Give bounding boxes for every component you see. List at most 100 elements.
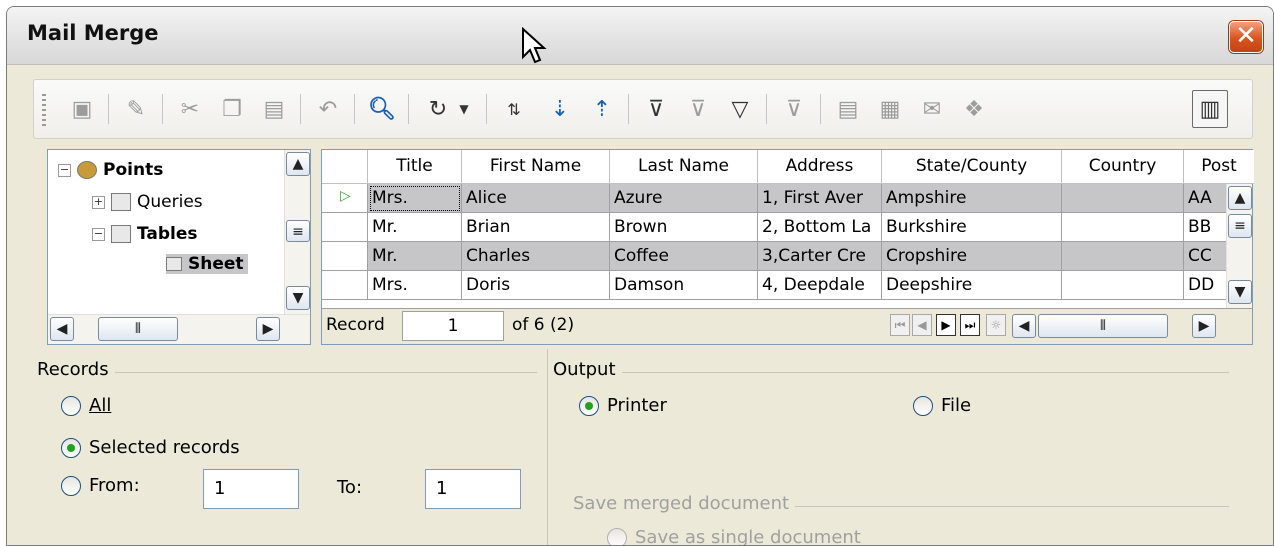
record-number-input[interactable]: 1 xyxy=(402,311,504,341)
data-to-fields-icon[interactable]: ▦ xyxy=(872,90,908,128)
table-cell[interactable] xyxy=(1062,213,1184,242)
grid-vertical-scrollbar[interactable]: ▲ ≡ ▼ xyxy=(1226,184,1252,308)
table-cell[interactable]: Mrs. xyxy=(368,184,462,213)
standard-filter-icon[interactable]: ▽ xyxy=(722,90,758,128)
table-cell[interactable]: Brown xyxy=(610,213,758,242)
mail-merge-icon[interactable]: ✉ xyxy=(914,90,950,128)
table-cell[interactable]: Burkshire xyxy=(882,213,1062,242)
tree-vertical-scrollbar[interactable]: ▲ ≡ ▼ xyxy=(284,150,310,314)
tree-item-points[interactable]: − Points xyxy=(58,160,163,180)
find-record-icon[interactable]: 🔍︎ xyxy=(364,90,400,128)
column-header[interactable]: Last Name xyxy=(610,150,758,184)
table-cell[interactable]: Mr. xyxy=(368,242,462,271)
sort-icon[interactable]: ⇅ xyxy=(496,90,532,128)
row-selector[interactable] xyxy=(322,213,368,242)
output-printer-radio[interactable]: Printer xyxy=(579,395,667,416)
column-header[interactable]: Country xyxy=(1062,150,1184,184)
column-header[interactable]: Title xyxy=(368,150,462,184)
autofilter-icon[interactable]: ⊽ xyxy=(638,90,674,128)
row-selector[interactable] xyxy=(322,271,368,300)
explorer-icon[interactable]: ▥ xyxy=(1192,90,1228,128)
table-cell[interactable]: Damson xyxy=(610,271,758,300)
table-cell[interactable]: Mr. xyxy=(368,213,462,242)
collapse-icon[interactable]: − xyxy=(58,164,71,177)
records-all-radio[interactable]: All xyxy=(61,395,111,416)
table-cell[interactable]: Deepshire xyxy=(882,271,1062,300)
dropdown-arrow-icon[interactable]: ▼ xyxy=(454,90,474,128)
column-header[interactable]: Address xyxy=(758,150,882,184)
close-button[interactable]: ✕ xyxy=(1229,21,1263,53)
column-header[interactable]: First Name xyxy=(462,150,610,184)
tree-item-tables[interactable]: − Tables xyxy=(92,224,198,244)
table-cell[interactable] xyxy=(1062,271,1184,300)
scroll-thumb[interactable]: ≡ xyxy=(1228,214,1252,238)
table-cell[interactable]: BB xyxy=(1184,213,1228,242)
table-cell[interactable]: 2, Bottom La xyxy=(758,213,882,242)
column-header[interactable]: State/County xyxy=(882,150,1062,184)
table-cell[interactable]: Doris xyxy=(462,271,610,300)
radio-circle[interactable] xyxy=(61,476,81,496)
radio-circle[interactable] xyxy=(579,396,599,416)
table-cell[interactable] xyxy=(1062,184,1184,213)
collapse-icon[interactable]: − xyxy=(92,228,105,241)
scroll-thumb[interactable]: ⦀ xyxy=(98,317,178,341)
scroll-down-icon[interactable]: ▼ xyxy=(1228,280,1252,304)
from-field[interactable]: 1 xyxy=(203,469,299,509)
toolbar-grip[interactable] xyxy=(42,94,46,126)
scroll-thumb[interactable]: ⦀ xyxy=(1038,314,1168,338)
data-to-text-icon[interactable]: ▤ xyxy=(830,90,866,128)
table-cell[interactable]: Brian xyxy=(462,213,610,242)
table-cell[interactable]: Cropshire xyxy=(882,242,1062,271)
records-from-radio[interactable]: From: xyxy=(61,475,140,496)
remove-filter-icon[interactable]: ⊽ xyxy=(776,90,812,128)
save-single-radio[interactable]: Save as single document xyxy=(607,527,861,546)
copy-icon[interactable]: ❐ xyxy=(214,90,250,128)
radio-circle[interactable] xyxy=(913,396,933,416)
edit-icon[interactable]: ✎ xyxy=(118,90,154,128)
scroll-left-icon[interactable]: ◀ xyxy=(50,317,74,341)
radio-circle[interactable] xyxy=(61,396,81,416)
table-cell[interactable]: Mrs. xyxy=(368,271,462,300)
scroll-right-icon[interactable]: ▶ xyxy=(256,317,280,341)
tree-item-sheet[interactable]: Sheet xyxy=(166,254,248,274)
column-header[interactable]: Post xyxy=(1184,150,1254,184)
scroll-right-icon[interactable]: ▶ xyxy=(1192,314,1216,338)
scroll-thumb[interactable]: ≡ xyxy=(286,220,310,242)
table-cell[interactable]: Ampshire xyxy=(882,184,1062,213)
paste-icon[interactable]: ▤ xyxy=(256,90,292,128)
radio-circle[interactable] xyxy=(607,528,627,546)
save-icon[interactable]: ▣ xyxy=(64,90,100,128)
cut-icon[interactable]: ✂ xyxy=(172,90,208,128)
expand-icon[interactable]: + xyxy=(92,196,105,209)
table-cell[interactable]: 3,Carter Cre xyxy=(758,242,882,271)
table-cell[interactable]: Alice xyxy=(462,184,610,213)
table-cell[interactable]: DD xyxy=(1184,271,1228,300)
scroll-left-icon[interactable]: ◀ xyxy=(1012,314,1036,338)
data-source-icon[interactable]: ❖ xyxy=(956,90,992,128)
table-cell[interactable]: 1, First Aver xyxy=(758,184,882,213)
records-selected-radio[interactable]: Selected records xyxy=(61,437,240,458)
sort-ascending-icon[interactable]: ⇣ xyxy=(542,90,578,128)
to-field[interactable]: 1 xyxy=(425,469,521,509)
table-cell[interactable]: Coffee xyxy=(610,242,758,271)
table-cell[interactable]: AA xyxy=(1184,184,1228,213)
first-record-icon[interactable]: ⏮ xyxy=(890,314,910,336)
table-cell[interactable]: 4, Deepdale xyxy=(758,271,882,300)
table-cell[interactable]: Azure xyxy=(610,184,758,213)
scroll-up-icon[interactable]: ▲ xyxy=(286,152,310,176)
table-cell[interactable]: Charles xyxy=(462,242,610,271)
radio-circle[interactable] xyxy=(61,438,81,458)
new-record-icon[interactable]: ☼ xyxy=(986,314,1006,336)
scroll-up-icon[interactable]: ▲ xyxy=(1228,186,1252,210)
refresh-icon[interactable]: ↻ xyxy=(420,90,456,128)
next-record-icon[interactable]: ▶ xyxy=(936,314,956,336)
sort-descending-icon[interactable]: ⇡ xyxy=(584,90,620,128)
tree-horizontal-scrollbar[interactable]: ◀ ⦀ ▶ xyxy=(48,314,310,344)
row-selector[interactable] xyxy=(322,242,368,271)
scroll-down-icon[interactable]: ▼ xyxy=(286,286,310,310)
output-file-radio[interactable]: File xyxy=(913,395,971,416)
undo-icon[interactable]: ↶ xyxy=(310,90,346,128)
last-record-icon[interactable]: ⏭ xyxy=(960,314,980,336)
row-selector[interactable]: ▷ xyxy=(322,184,368,213)
tree-item-queries[interactable]: + Queries xyxy=(92,192,203,212)
